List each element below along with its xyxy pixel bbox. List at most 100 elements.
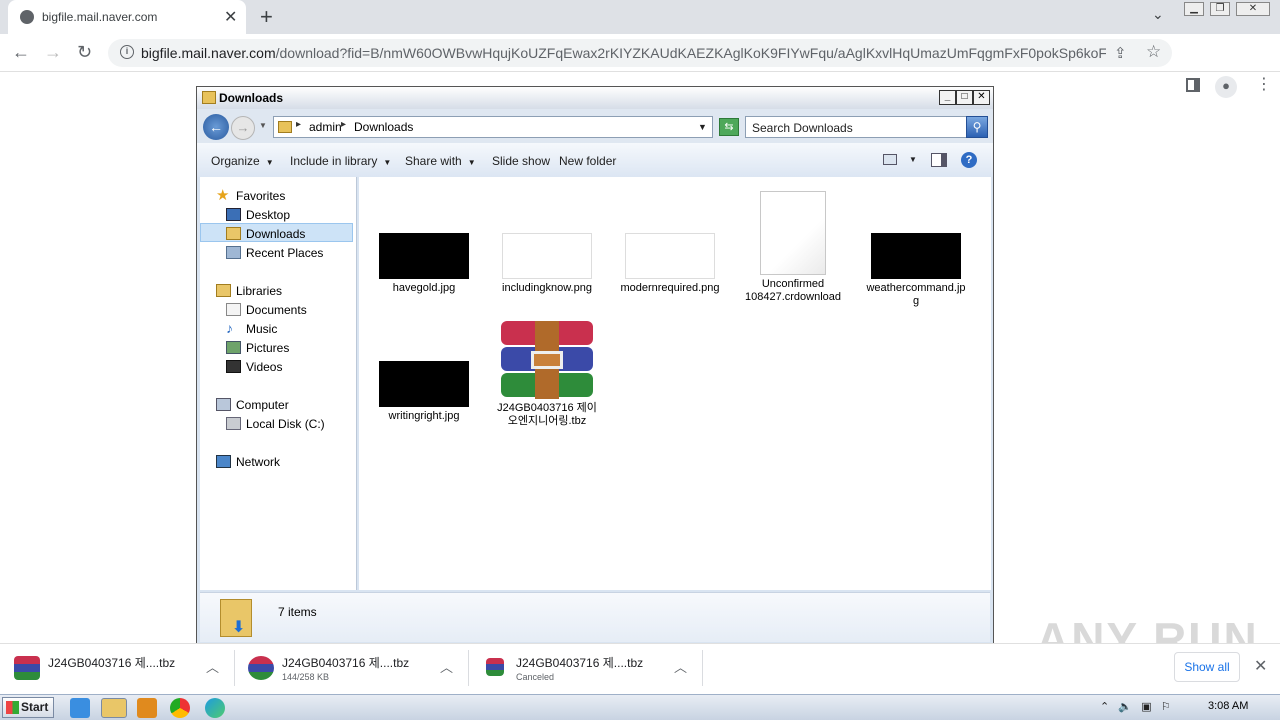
organize-button[interactable]: Organize ▼ xyxy=(211,154,274,168)
documents-icon xyxy=(226,303,241,316)
url-path: /download?fid=B/nmW60OWBvwHqujKoUZFqEwax… xyxy=(275,45,1106,61)
file-name: J24GB0403716 제이오엔지니어링.tbz xyxy=(497,402,597,427)
tray-expand-icon[interactable]: ⌃ xyxy=(1100,701,1109,713)
nav-libraries[interactable]: Libraries xyxy=(216,284,283,298)
explorer-address-box[interactable]: ▸ admin ▸ Downloads ▼ xyxy=(273,116,713,138)
show-all-button[interactable]: Show all xyxy=(1174,652,1240,682)
nav-music-label: Music xyxy=(246,322,278,336)
help-icon[interactable]: ? xyxy=(961,152,977,168)
tab-search-icon[interactable]: ⌄ xyxy=(1152,6,1164,23)
breadcrumb-separator-icon[interactable]: ▸ xyxy=(296,119,301,130)
hard-disk-icon xyxy=(226,417,241,430)
network-tray-icon[interactable]: ▣ xyxy=(1141,701,1151,713)
forward-arrow-icon[interactable]: → xyxy=(44,42,62,63)
nav-pictures[interactable]: Pictures xyxy=(226,341,290,355)
download-item[interactable]: J24GB0403716 제....tbz 144/258 KB ︿ xyxy=(234,644,469,692)
chevron-up-icon[interactable]: ︿ xyxy=(674,657,687,676)
volume-icon[interactable]: 🔈 xyxy=(1118,701,1132,713)
file-item[interactable]: includingknow.png xyxy=(497,233,597,295)
profile-avatar-icon[interactable]: ● xyxy=(1215,76,1237,98)
file-item[interactable]: J24GB0403716 제이오엔지니어링.tbz xyxy=(497,321,597,428)
breadcrumb-downloads[interactable]: Downloads xyxy=(354,120,413,134)
search-icon[interactable]: ⚲ xyxy=(966,116,988,138)
explorer-forward-button[interactable]: → xyxy=(231,116,255,140)
nav-music[interactable]: ♪ Music xyxy=(226,320,278,336)
file-item[interactable]: writingright.jpg xyxy=(374,361,474,423)
image-thumbnail xyxy=(379,233,469,279)
explorer-titlebar[interactable]: Downloads _ □ ✕ xyxy=(197,87,993,109)
blank-document-icon xyxy=(760,191,826,275)
tab-title: bigfile.mail.naver.com xyxy=(42,10,158,24)
new-tab-button[interactable]: + xyxy=(260,4,273,30)
explorer-close-button[interactable]: ✕ xyxy=(973,90,990,105)
explorer-title: Downloads xyxy=(219,91,284,105)
close-window-button[interactable]: ✕ xyxy=(1236,2,1270,16)
explorer-taskbar-icon[interactable] xyxy=(101,698,127,718)
chevron-up-icon[interactable]: ︿ xyxy=(440,657,453,676)
restore-button[interactable]: ❐ xyxy=(1210,2,1230,16)
nav-local-disk[interactable]: Local Disk (C:) xyxy=(226,417,325,431)
explorer-search-input[interactable]: Search Downloads ⚲ xyxy=(745,116,988,138)
chrome-icon[interactable] xyxy=(170,698,190,718)
explorer-maximize-button[interactable]: □ xyxy=(956,90,973,105)
new-folder-button[interactable]: New folder xyxy=(559,154,616,168)
nav-desktop[interactable]: Desktop xyxy=(226,208,290,222)
close-tab-icon[interactable]: ✕ xyxy=(224,7,237,27)
network-icon xyxy=(216,455,231,468)
share-with-button[interactable]: Share with ▼ xyxy=(405,154,476,168)
browser-toolbar: ← → ↻ i bigfile.mail.naver.com/download?… xyxy=(0,34,1280,98)
file-item[interactable]: Unconfirmed 108427.crdownload xyxy=(743,191,843,304)
bookmark-star-icon[interactable]: ☆ xyxy=(1146,42,1161,62)
taskbar: Start ⌃ 🔈 ▣ ⚐ 3:08 AM xyxy=(0,694,1280,720)
start-button[interactable]: Start xyxy=(2,697,54,718)
nav-videos[interactable]: Videos xyxy=(226,360,282,374)
browser-tab[interactable]: bigfile.mail.naver.com ✕ xyxy=(8,0,246,34)
nav-computer[interactable]: Computer xyxy=(216,398,289,412)
breadcrumb-separator-icon[interactable]: ▸ xyxy=(341,119,346,130)
site-info-icon[interactable]: i xyxy=(120,45,134,59)
file-item[interactable]: modernrequired.png xyxy=(620,233,720,295)
nav-pictures-label: Pictures xyxy=(246,341,290,355)
explorer-address-row: ← → ▼ ▸ admin ▸ Downloads ▼ ⇆ Search Dow… xyxy=(197,109,993,143)
nav-downloads[interactable]: Downloads xyxy=(226,227,305,241)
file-item[interactable]: weathercommand.jpg xyxy=(866,233,966,308)
kebab-menu-icon[interactable]: ⋮ xyxy=(1256,74,1272,94)
nav-libraries-label: Libraries xyxy=(236,284,283,298)
nav-recent-places[interactable]: Recent Places xyxy=(226,246,323,260)
address-dropdown-icon[interactable]: ▼ xyxy=(698,122,707,132)
change-view-icon[interactable] xyxy=(883,154,897,165)
back-arrow-icon[interactable]: ← xyxy=(12,42,30,63)
view-dropdown-icon[interactable]: ▼ xyxy=(909,155,917,164)
download-item[interactable]: J24GB0403716 제....tbz Canceled ︿ xyxy=(468,644,703,692)
action-center-flag-icon[interactable]: ⚐ xyxy=(1161,701,1171,713)
close-shelf-icon[interactable]: ✕ xyxy=(1254,656,1267,676)
download-item[interactable]: J24GB0403716 제....tbz ︿ xyxy=(0,644,235,692)
chevron-up-icon[interactable]: ︿ xyxy=(206,657,219,676)
explorer-minimize-button[interactable]: _ xyxy=(939,90,956,105)
preview-pane-icon[interactable] xyxy=(931,153,947,167)
media-player-icon[interactable] xyxy=(137,698,157,718)
minimize-button[interactable]: ▁ xyxy=(1184,2,1204,16)
refresh-icon[interactable]: ⇆ xyxy=(719,118,739,136)
address-bar[interactable]: i bigfile.mail.naver.com/download?fid=B/… xyxy=(108,39,1172,67)
reload-icon[interactable]: ↻ xyxy=(77,42,92,63)
slide-show-button[interactable]: Slide show xyxy=(492,154,550,168)
nav-favorites[interactable]: ★ Favorites xyxy=(216,187,285,204)
side-panel-icon[interactable] xyxy=(1186,78,1200,92)
recent-pages-chevron-icon[interactable]: ▼ xyxy=(259,121,267,130)
url-text[interactable]: bigfile.mail.naver.com/download?fid=B/nm… xyxy=(141,45,1106,61)
explorer-back-button[interactable]: ← xyxy=(203,114,229,140)
include-in-library-button[interactable]: Include in library ▼ xyxy=(290,154,391,168)
edge-icon[interactable] xyxy=(205,698,225,718)
share-icon[interactable]: ⇪ xyxy=(1114,44,1127,62)
videos-icon xyxy=(226,360,241,373)
chevron-down-icon: ▼ xyxy=(383,158,392,167)
file-item[interactable]: havegold.jpg xyxy=(374,233,474,295)
nav-documents[interactable]: Documents xyxy=(226,303,307,317)
breadcrumb-admin[interactable]: admin xyxy=(309,120,342,134)
clock[interactable]: 3:08 AM xyxy=(1208,700,1248,712)
nav-network-label: Network xyxy=(236,455,281,469)
download-arrow-icon: ⬇ xyxy=(232,619,246,636)
internet-explorer-icon[interactable] xyxy=(70,698,90,718)
nav-network[interactable]: Network xyxy=(216,455,281,469)
